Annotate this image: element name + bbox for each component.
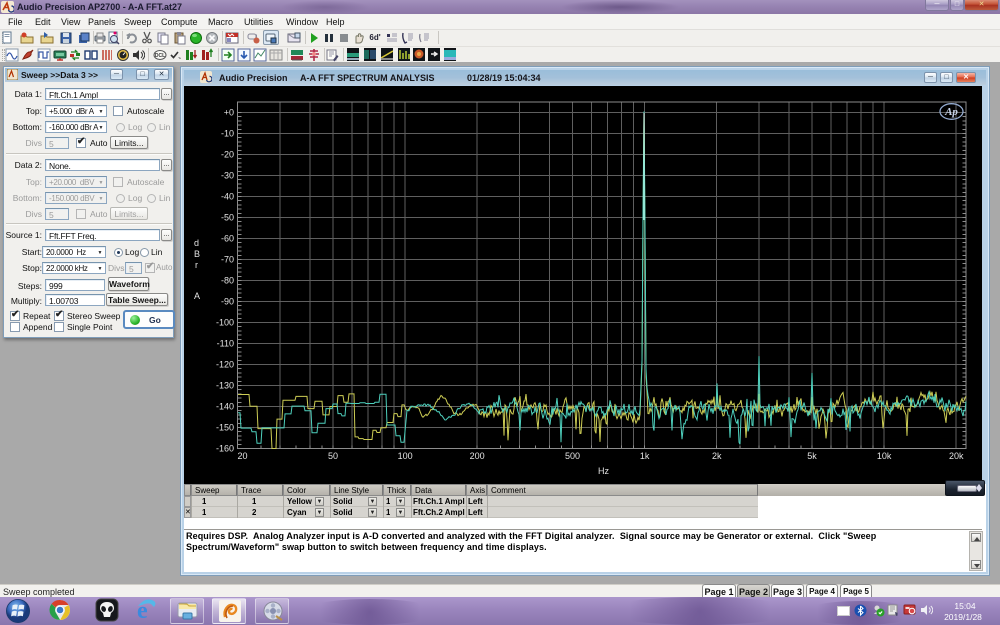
svg-text:-150: -150 — [216, 423, 234, 433]
svg-text:-50: -50 — [221, 213, 234, 223]
svg-text:-120: -120 — [216, 360, 234, 370]
svg-text:-40: -40 — [221, 192, 234, 202]
svg-text:-160: -160 — [216, 444, 234, 454]
svg-text:-30: -30 — [221, 171, 234, 181]
svg-text:20: 20 — [238, 451, 248, 461]
svg-text:Hz: Hz — [598, 466, 609, 476]
svg-text:100: 100 — [398, 451, 413, 461]
svg-text:-80: -80 — [221, 276, 234, 286]
svg-text:-130: -130 — [216, 381, 234, 391]
svg-text:A: A — [194, 291, 200, 301]
svg-text:-110: -110 — [217, 339, 234, 349]
svg-text:50: 50 — [328, 451, 338, 461]
svg-text:-100: -100 — [216, 318, 234, 328]
svg-text:-90: -90 — [221, 297, 234, 307]
svg-text:-10: -10 — [221, 129, 234, 139]
svg-text:DCL: DCL — [155, 53, 165, 59]
svg-text:1k: 1k — [640, 451, 650, 461]
svg-text:10k: 10k — [877, 451, 892, 461]
svg-text:d: d — [194, 238, 199, 248]
svg-text:-140: -140 — [216, 402, 234, 412]
svg-text:20k: 20k — [949, 451, 964, 461]
svg-text:-60: -60 — [221, 234, 234, 244]
svg-text:-20: -20 — [221, 150, 234, 160]
svg-text:2k: 2k — [712, 451, 722, 461]
svg-text:r: r — [195, 260, 198, 270]
svg-text:5k: 5k — [807, 451, 817, 461]
svg-text:-70: -70 — [221, 255, 234, 265]
svg-text:B: B — [194, 249, 200, 259]
svg-text:+0: +0 — [224, 108, 234, 118]
svg-text:500: 500 — [565, 451, 580, 461]
svg-text:Ap: Ap — [944, 106, 958, 118]
svg-text:200: 200 — [470, 451, 485, 461]
